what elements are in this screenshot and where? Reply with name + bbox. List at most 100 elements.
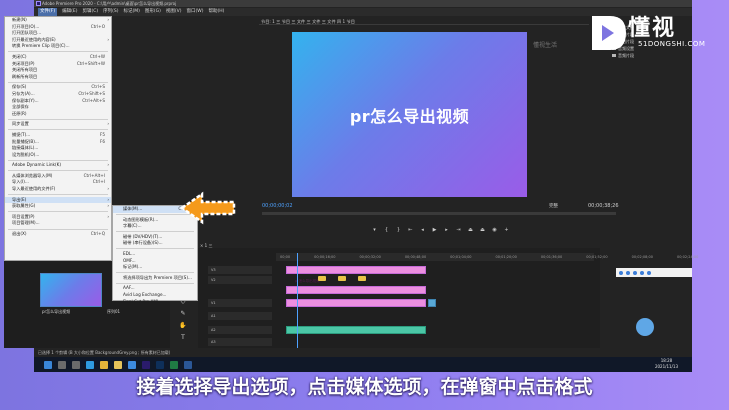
menu-item-label: 另存为(A)... (12, 90, 35, 96)
title-clip[interactable]: pr怎么导出视频 (286, 266, 426, 283)
menu-item[interactable]: 从媒体浏览器导入(M) Ctrl+Alt+I (5, 173, 111, 180)
keyframe-marker[interactable] (338, 276, 346, 281)
photoshop-taskbar-icon[interactable] (156, 360, 164, 369)
search-icon[interactable] (58, 360, 66, 369)
fit-dropdown[interactable]: 完整 (549, 203, 558, 209)
word-icon[interactable] (184, 360, 192, 369)
menu-item[interactable]: 磁带 (串行设备)(S)... (113, 240, 197, 247)
menu-item[interactable]: 项目管理(M)... (5, 220, 111, 227)
program-monitor-tab[interactable]: 节目: 1 三 节目 三 文件 三 文件 三 文件 四 1 节目 (259, 18, 589, 25)
menu-item[interactable]: 关闭所有项目 (5, 67, 111, 74)
ruler-tick-label: 00;02;24;00 (676, 255, 699, 259)
audio-clip[interactable] (286, 326, 426, 334)
type-tool-icon[interactable]: T (181, 334, 185, 341)
menu-item[interactable]: 导入最近使用的文件(F) › (5, 186, 111, 193)
pen-tool-icon[interactable]: ✎ (180, 310, 185, 317)
keyframe-marker[interactable] (358, 276, 366, 281)
step-back-icon[interactable]: ◂ (420, 227, 425, 233)
play-icon[interactable]: ▶ (432, 227, 437, 233)
current-timecode[interactable]: 00;00;00;02 (262, 203, 293, 209)
menu-item[interactable]: 窗口(W) (187, 8, 204, 16)
mark-out-icon[interactable]: } (396, 227, 401, 233)
go-to-in-icon[interactable]: ⇤ (408, 227, 413, 233)
menu-item-label: 磁带 (DV/HDV)(T)... (123, 233, 163, 239)
taskbar-clock[interactable]: 18:28 2021/11/13 (655, 358, 678, 370)
premiere-app-icon (36, 1, 41, 6)
menu-item[interactable]: 编辑(E) (62, 8, 77, 16)
menu-item[interactable]: Adobe Dynamic Link(K) › (5, 162, 111, 169)
extract-icon[interactable]: ⏏ (480, 227, 485, 233)
menu-item[interactable]: 图形(G) (145, 8, 161, 16)
menu-item-label: 全部保存 (12, 104, 29, 110)
video-clip[interactable] (286, 299, 426, 307)
ruler-tick-label: 00;01;20;00 (495, 255, 517, 259)
dongshi-logo-icon (592, 16, 626, 50)
menu-item[interactable]: 退出(X) Ctrl+Q (5, 231, 111, 238)
submenu-arrow-icon: › (107, 196, 109, 202)
menu-item[interactable]: 另存为(A)... Ctrl+Shift+S (5, 91, 111, 98)
floating-assistant-icon[interactable] (636, 318, 654, 336)
menu-shortcut: F6 (99, 138, 105, 144)
menu-item[interactable]: 标记(M) (124, 8, 140, 16)
playhead[interactable] (297, 253, 298, 348)
menu-item[interactable]: 文件(F) (38, 8, 58, 16)
track-header[interactable]: A1 (208, 312, 272, 320)
menu-item[interactable]: EDL... (113, 251, 197, 258)
menu-item[interactable]: 新建(N) › (5, 17, 111, 24)
menu-item[interactable]: 同步设置 › (5, 121, 111, 128)
button-editor-icon[interactable]: + (504, 227, 509, 233)
menu-item[interactable]: 帮助(H) (208, 8, 224, 16)
track-header[interactable]: A2 (208, 326, 272, 334)
time-ruler[interactable]: 00;00 00;00;16;00 00;00;32;00 00;00;48;00 00… (276, 253, 698, 261)
track-header[interactable]: V2 (208, 276, 272, 284)
menu-item-label: 设为脱机(O)... (12, 151, 40, 157)
monitor-scrubber[interactable] (262, 212, 616, 215)
side-toolbar-widget[interactable] (616, 268, 692, 277)
menu-item[interactable]: 转换 Premiere Clip 项目(C)... (5, 43, 111, 50)
track-header[interactable]: V1 (208, 299, 272, 307)
track-header[interactable]: A3 (208, 338, 272, 346)
export-frame-icon[interactable]: ◉ (492, 227, 497, 233)
menu-item[interactable]: 标记(M)... (113, 264, 197, 271)
premiere-taskbar-icon[interactable] (142, 360, 150, 369)
menu-item[interactable]: 剪辑(C) (82, 8, 98, 16)
edge-browser-icon[interactable] (86, 360, 94, 369)
menu-item[interactable]: 视图(V) (166, 8, 182, 16)
menu-item[interactable]: 关闭(C) Ctrl+W (5, 54, 111, 61)
menu-item[interactable]: 刷新所有项目 (5, 74, 111, 81)
menu-item[interactable]: 序列(S) (103, 8, 118, 16)
clip-thumbnail[interactable] (40, 273, 102, 307)
menu-item[interactable]: 全部保存 (5, 104, 111, 111)
file-explorer-icon[interactable] (114, 360, 122, 369)
track-header[interactable]: V3 (208, 266, 272, 274)
menu-item[interactable]: AAF... (113, 285, 197, 292)
menu-item-label: 批量捕捉(B)... (12, 138, 39, 144)
go-to-out-icon[interactable]: ⇥ (456, 227, 461, 233)
timeline-tab[interactable]: × 1 三 (200, 243, 212, 249)
menu-item[interactable]: 打开团队项目... (5, 30, 111, 37)
hand-tool-icon[interactable]: ✋ (179, 322, 186, 329)
graphic-clip[interactable] (286, 286, 426, 294)
menu-shortcut: Ctrl+S (91, 84, 105, 90)
add-marker-icon[interactable]: ▾ (372, 227, 377, 233)
step-forward-icon[interactable]: ▸ (444, 227, 449, 233)
menu-item[interactable]: 链接媒体(L)... (5, 145, 111, 152)
menu-item[interactable]: 还原(R) (5, 111, 111, 118)
menu-item[interactable]: 保存(S) Ctrl+S (5, 84, 111, 91)
menu-item[interactable]: 将选择项导出为 Premiere 项目(S)... (113, 275, 197, 282)
windows-start-icon[interactable] (44, 360, 52, 369)
menu-item[interactable]: 捕捉(T)... F5 (5, 132, 111, 139)
menu-item[interactable]: Final Cut Pro XML... (113, 299, 197, 306)
store-icon[interactable] (128, 360, 136, 369)
menu-separator (116, 272, 194, 274)
menu-item[interactable]: Avid Log Exchange... (113, 292, 197, 299)
video-clip-end[interactable] (428, 299, 436, 307)
mark-in-icon[interactable]: { (384, 227, 389, 233)
task-view-icon[interactable] (72, 360, 80, 369)
menu-item[interactable]: 设为脱机(O)... (5, 152, 111, 159)
excel-icon[interactable] (170, 360, 178, 369)
lift-icon[interactable]: ⏏ (468, 227, 473, 233)
chrome-icon[interactable] (100, 360, 108, 369)
keyframe-marker[interactable] (318, 276, 326, 281)
menu-item[interactable]: 获取属性(G) › (5, 203, 111, 210)
